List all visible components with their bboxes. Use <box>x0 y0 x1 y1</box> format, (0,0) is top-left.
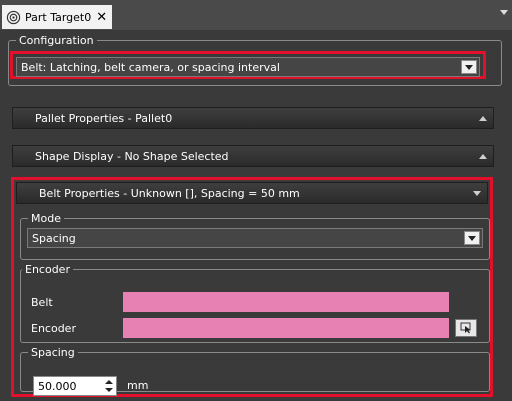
encoder-field[interactable] <box>123 318 449 338</box>
tab-overflow-chevron-icon[interactable] <box>500 10 508 15</box>
belt-label: Belt <box>31 295 53 309</box>
chevron-down-icon[interactable] <box>464 231 480 245</box>
expand-arrow-icon[interactable] <box>479 116 487 121</box>
belt-properties-label: Belt Properties - Unknown [], Spacing = … <box>39 186 300 200</box>
tab-title: Part Target0 <box>25 10 92 24</box>
collapse-arrow-icon[interactable] <box>473 191 481 196</box>
configuration-legend: Configuration <box>19 34 94 47</box>
part-target-editor: Configuration Belt: Latching, belt camer… <box>0 30 512 401</box>
belt-properties-panel: Belt Properties - Unknown [], Spacing = … <box>11 177 493 397</box>
part-target-icon <box>6 10 21 24</box>
spacing-legend: Spacing <box>31 346 75 359</box>
mode-selected: Spacing <box>32 231 76 245</box>
mode-legend: Mode <box>31 212 61 225</box>
belt-row: Belt <box>31 292 121 312</box>
spacing-value: 50.000 <box>38 379 77 393</box>
spacing-group: Spacing 50.000 mm <box>20 346 490 396</box>
encoder-legend: Encoder <box>25 263 70 276</box>
spacing-stepper[interactable]: 50.000 <box>33 376 117 396</box>
encoder-group: Encoder Belt Encoder <box>20 263 490 343</box>
pallet-properties-header[interactable]: Pallet Properties - Pallet0 <box>12 107 494 129</box>
document-tab-bar: Part Target0 ✕ <box>0 0 512 30</box>
mode-dropdown[interactable]: Spacing <box>27 228 483 248</box>
spinner-arrows-icon[interactable] <box>105 379 113 393</box>
chevron-down-icon[interactable] <box>461 60 477 74</box>
belt-properties-header[interactable]: Belt Properties - Unknown [], Spacing = … <box>16 182 488 204</box>
belt-field[interactable] <box>123 292 449 312</box>
configuration-selected: Belt: Latching, belt camera, or spacing … <box>21 60 280 74</box>
pallet-properties-label: Pallet Properties - Pallet0 <box>35 111 173 125</box>
tab-part-target[interactable]: Part Target0 ✕ <box>2 5 112 29</box>
expand-arrow-icon[interactable] <box>479 154 487 159</box>
configuration-highlight: Belt: Latching, belt camera, or spacing … <box>10 51 486 79</box>
close-icon[interactable]: ✕ <box>96 10 107 25</box>
encoder-label: Encoder <box>31 321 76 335</box>
configuration-dropdown[interactable]: Belt: Latching, belt camera, or spacing … <box>16 57 480 77</box>
shape-display-header[interactable]: Shape Display - No Shape Selected <box>12 145 494 167</box>
mode-group: Mode Spacing <box>20 212 490 260</box>
shape-display-label: Shape Display - No Shape Selected <box>35 149 229 163</box>
spacing-unit: mm <box>127 379 149 392</box>
cursor-select-icon <box>460 322 471 334</box>
select-encoder-button[interactable] <box>455 319 477 337</box>
encoder-row: Encoder <box>31 318 121 338</box>
